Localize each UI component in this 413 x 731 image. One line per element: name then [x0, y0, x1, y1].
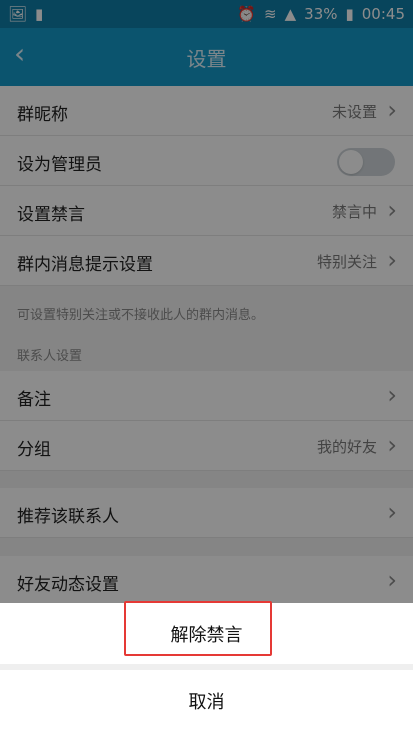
unmute-button[interactable]: 解除禁言	[0, 603, 413, 664]
watermark-brand: Baidu经验	[330, 700, 403, 716]
watermark-url: jingyan.baidu.com	[307, 718, 400, 729]
